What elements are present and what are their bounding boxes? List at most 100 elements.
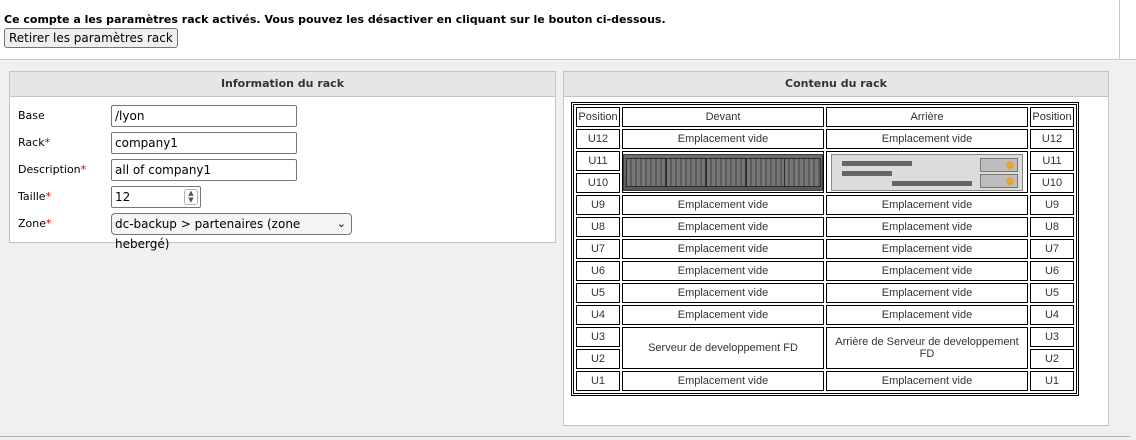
- io-ports: [842, 160, 912, 166]
- rack-row-u6: U6 Emplacement vide Emplacement vide U6: [576, 261, 1074, 281]
- rack-row-u3: U3 Serveur de developpement FD Arrière d…: [576, 327, 1074, 369]
- front-slot[interactable]: Emplacement vide: [622, 239, 824, 259]
- back-slot[interactable]: Emplacement vide: [826, 217, 1028, 237]
- description-input[interactable]: all of company1: [111, 159, 297, 181]
- psu-fan: [1006, 160, 1014, 169]
- front-slot[interactable]: Emplacement vide: [622, 129, 824, 149]
- rack-info-panel: Information du rack Base /lyon Rack* com…: [9, 71, 556, 251]
- rack-header-row: Position Devant Arrière Position: [576, 107, 1074, 127]
- back-slot[interactable]: Emplacement vide: [826, 195, 1028, 215]
- rack-table: Position Devant Arrière Position U12 Emp…: [571, 102, 1079, 396]
- drive-bay: [784, 157, 821, 187]
- rack-row-u5: U5 Emplacement vide Emplacement vide U5: [576, 283, 1074, 303]
- spinner-arrows-icon[interactable]: ▲ ▼: [184, 189, 198, 205]
- front-slot[interactable]: Emplacement vide: [622, 305, 824, 325]
- zone-select[interactable]: dc-backup > partenaires (zone hebergé) ⌄: [111, 213, 352, 251]
- front-slot[interactable]: Emplacement vide: [622, 195, 824, 215]
- position-cell: U6: [1030, 261, 1074, 281]
- front-slot[interactable]: Emplacement vide: [622, 261, 824, 281]
- front-server-slot[interactable]: [622, 151, 824, 193]
- position-cell: U4: [1030, 305, 1074, 325]
- position-cell: U10: [1030, 173, 1074, 193]
- front-server-label[interactable]: Serveur de developpement FD: [622, 327, 824, 369]
- position-cell: U9: [1030, 195, 1074, 215]
- rack-row-u11: U11 U11: [576, 151, 1074, 193]
- back-slot[interactable]: Emplacement vide: [826, 371, 1028, 391]
- taille-label: Taille*: [18, 190, 51, 203]
- rack-row-u12: U12 Emplacement vide Emplacement vide U1…: [576, 129, 1074, 149]
- position-cell: U2: [1030, 349, 1074, 369]
- position-cell: U12: [1030, 129, 1074, 149]
- position-cell: U9: [576, 195, 620, 215]
- base-label: Base: [18, 109, 45, 122]
- back-server-slot[interactable]: [826, 151, 1028, 193]
- rack-label-text: Rack: [18, 136, 45, 149]
- position-cell: U8: [1030, 217, 1074, 237]
- base-row: Base /lyon: [18, 105, 548, 127]
- back-slot[interactable]: Emplacement vide: [826, 305, 1028, 325]
- position-cell: U4: [576, 305, 620, 325]
- rack-content-title: Contenu du rack: [564, 72, 1108, 97]
- drive-bay: [746, 157, 786, 187]
- chevron-down-icon: ⌄: [336, 217, 346, 230]
- io-ports: [842, 170, 892, 176]
- drive-bay: [706, 157, 746, 187]
- base-label-text: Base: [18, 109, 45, 122]
- front-slot[interactable]: Emplacement vide: [622, 217, 824, 237]
- position-cell: U5: [576, 283, 620, 303]
- position-header: Position: [576, 107, 620, 127]
- io-ports: [892, 180, 972, 186]
- required-marker: *: [45, 190, 52, 203]
- position-cell: U10: [576, 173, 620, 193]
- server-back-image[interactable]: [831, 153, 1023, 191]
- back-header: Arrière: [826, 107, 1028, 127]
- back-slot[interactable]: Emplacement vide: [826, 283, 1028, 303]
- required-marker: *: [46, 217, 52, 230]
- position-cell: U11: [1030, 151, 1074, 171]
- taille-value: 12: [115, 190, 131, 204]
- position-cell: U12: [576, 129, 620, 149]
- position-cell: U8: [576, 217, 620, 237]
- server-front-image[interactable]: [623, 153, 823, 191]
- rack-input[interactable]: company1: [111, 132, 297, 154]
- rack-row-u1: U1 Emplacement vide Emplacement vide U1: [576, 371, 1074, 391]
- position-cell: U7: [1030, 239, 1074, 259]
- power-supply: [980, 157, 1018, 172]
- rack-label: Rack*: [18, 136, 50, 149]
- zone-label: Zone*: [18, 217, 52, 230]
- position-cell: U11: [576, 151, 620, 171]
- position-cell: U3: [576, 327, 620, 347]
- base-input[interactable]: /lyon: [111, 105, 297, 127]
- front-slot[interactable]: Emplacement vide: [622, 283, 824, 303]
- position-cell: U2: [576, 349, 620, 369]
- position-cell: U1: [576, 371, 620, 391]
- zone-row: Zone* dc-backup > partenaires (zone hebe…: [18, 213, 548, 251]
- frame-bottom-edge: [0, 436, 1130, 437]
- description-label-text: Description: [18, 163, 81, 176]
- required-marker: *: [80, 163, 87, 176]
- position-cell: U3: [1030, 327, 1074, 347]
- description-row: Description* all of company1: [18, 159, 548, 181]
- position-header: Position: [1030, 107, 1074, 127]
- zone-label-text: Zone: [18, 217, 47, 230]
- position-cell: U1: [1030, 371, 1074, 391]
- remove-rack-settings-button[interactable]: Retirer les paramètres rack: [4, 28, 178, 48]
- taille-spinbox[interactable]: 12 ▲ ▼: [111, 186, 201, 208]
- frame-right-edge: [1119, 0, 1120, 59]
- rack-content-panel: Contenu du rack Position Devant Arrière …: [563, 71, 1109, 426]
- rack-row-u8: U8 Emplacement vide Emplacement vide U8: [576, 217, 1074, 237]
- rack-row-u7: U7 Emplacement vide Emplacement vide U7: [576, 239, 1074, 259]
- back-slot[interactable]: Emplacement vide: [826, 129, 1028, 149]
- power-supply: [980, 173, 1018, 188]
- rack-info-title: Information du rack: [10, 72, 555, 97]
- position-cell: U6: [576, 261, 620, 281]
- back-server-label[interactable]: Arrière de Serveur de developpement FD: [826, 327, 1028, 369]
- rack-row: Rack* company1: [18, 132, 548, 154]
- back-slot[interactable]: Emplacement vide: [826, 239, 1028, 259]
- rack-row-u4: U4 Emplacement vide Emplacement vide U4: [576, 305, 1074, 325]
- taille-row: Taille* 12 ▲ ▼: [18, 186, 548, 208]
- drive-bay: [626, 157, 666, 187]
- front-slot[interactable]: Emplacement vide: [622, 371, 824, 391]
- back-slot[interactable]: Emplacement vide: [826, 261, 1028, 281]
- rack-notice: Ce compte a les paramètres rack activés.…: [4, 13, 666, 26]
